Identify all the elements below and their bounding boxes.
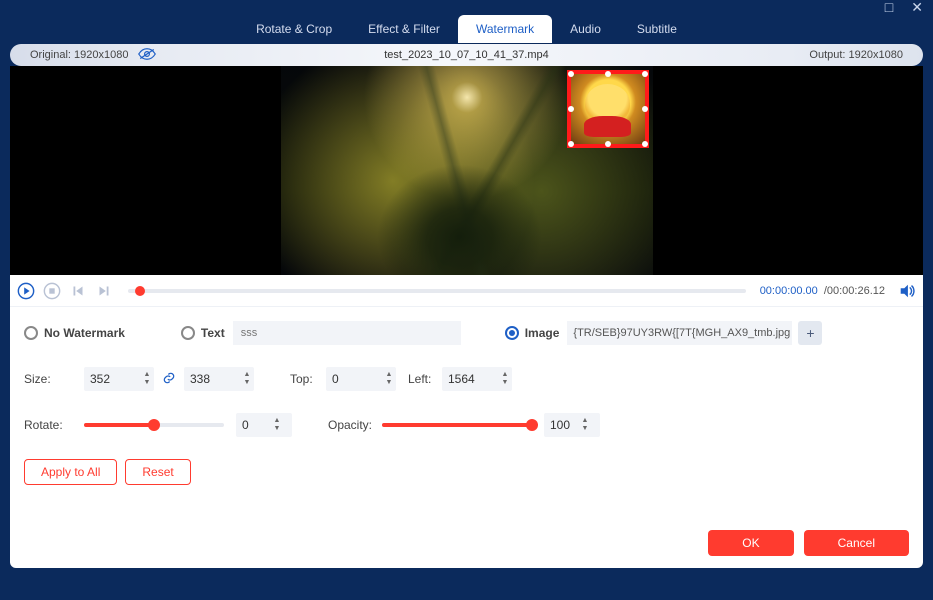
rotate-label: Rotate: [24,418,84,432]
chevron-up-icon[interactable]: ▲ [270,417,284,425]
play-icon[interactable] [16,281,36,301]
resize-handle-tr[interactable] [642,71,648,77]
video-frame[interactable] [281,66,653,275]
apply-to-all-button[interactable]: Apply to All [24,459,117,485]
opacity-input[interactable] [544,418,578,432]
time-duration: /00:00:26.12 [824,285,885,297]
text-label: Text [201,326,225,340]
left-stepper[interactable]: ▲▼ [442,367,512,391]
chevron-up-icon[interactable]: ▲ [140,371,154,379]
watermark-panel: No Watermark Text Image {TR/SEB}97UY3RW{… [10,307,923,568]
rotate-slider-knob[interactable] [148,419,160,431]
editor-tabs: Rotate & Crop Effect & Filter Watermark … [0,14,933,44]
prev-frame-icon[interactable] [68,281,88,301]
opacity-slider-knob[interactable] [526,419,538,431]
time-current: 00:00:00.00 [760,285,818,297]
size-height-input[interactable] [184,372,240,386]
output-label: Output: 1920x1080 [809,49,923,61]
size-width-stepper[interactable]: ▲▼ [84,367,154,391]
chevron-down-icon[interactable]: ▼ [240,379,254,387]
rotate-slider[interactable] [84,423,224,427]
size-height-stepper[interactable]: ▲▼ [184,367,254,391]
resize-handle-l[interactable] [568,106,574,112]
rotate-input[interactable] [236,418,270,432]
playback-bar: 00:00:00.00/00:00:26.12 [10,275,923,307]
resize-handle-tl[interactable] [568,71,574,77]
chevron-up-icon[interactable]: ▲ [578,417,592,425]
link-aspect-icon[interactable] [162,371,176,388]
radio-no-watermark[interactable] [24,326,38,340]
left-label: Left: [408,372,442,386]
size-label: Size: [24,372,84,386]
chevron-down-icon[interactable]: ▼ [140,379,154,387]
window-titlebar: □ ✕ [0,0,933,14]
radio-text[interactable] [181,326,195,340]
text-watermark-input[interactable] [233,321,461,345]
top-input[interactable] [326,372,382,386]
video-preview [10,66,923,275]
add-image-button[interactable]: + [798,321,822,345]
tab-effect-filter[interactable]: Effect & Filter [350,15,458,43]
opacity-stepper[interactable]: ▲▼ [544,413,600,437]
rotate-stepper[interactable]: ▲▼ [236,413,292,437]
resolution-info-bar: Original: 1920x1080 test_2023_10_07_10_4… [10,44,923,66]
chevron-up-icon[interactable]: ▲ [498,371,512,379]
volume-icon[interactable] [897,281,917,301]
timeline-playhead[interactable] [135,286,145,296]
tab-watermark[interactable]: Watermark [458,15,552,43]
cancel-button[interactable]: Cancel [804,530,909,556]
filename-label: test_2023_10_07_10_41_37.mp4 [384,49,549,61]
timeline-scrubber[interactable] [128,289,746,293]
chevron-up-icon[interactable]: ▲ [382,371,396,379]
close-icon[interactable]: ✕ [911,0,923,16]
size-width-input[interactable] [84,372,140,386]
resize-handle-t[interactable] [605,71,611,77]
resize-handle-bl[interactable] [568,141,574,147]
original-label: Original: 1920x1080 [30,49,128,61]
next-frame-icon[interactable] [94,281,114,301]
opacity-label: Opacity: [328,418,382,432]
dialog-footer: OK Cancel [708,530,909,556]
reset-button[interactable]: Reset [125,459,190,485]
resize-handle-r[interactable] [642,106,648,112]
chevron-down-icon[interactable]: ▼ [498,379,512,387]
watermark-overlay[interactable] [567,70,649,148]
left-input[interactable] [442,372,498,386]
no-watermark-label: No Watermark [44,326,125,340]
chevron-up-icon[interactable]: ▲ [240,371,254,379]
tab-audio[interactable]: Audio [552,15,619,43]
resize-handle-br[interactable] [642,141,648,147]
tab-subtitle[interactable]: Subtitle [619,15,695,43]
radio-image[interactable] [505,326,519,340]
opacity-slider[interactable] [382,423,532,427]
resize-handle-b[interactable] [605,141,611,147]
chevron-down-icon[interactable]: ▼ [578,425,592,433]
top-label: Top: [290,372,326,386]
tab-rotate-crop[interactable]: Rotate & Crop [238,15,350,43]
ok-button[interactable]: OK [708,530,793,556]
preview-toggle-icon[interactable] [138,47,156,64]
maximize-icon[interactable]: □ [885,0,893,15]
chevron-down-icon[interactable]: ▼ [270,425,284,433]
stop-icon[interactable] [42,281,62,301]
image-path-display: {TR/SEB}97UY3RW{[7T{MGH_AX9_tmb.jpg [567,321,792,345]
top-stepper[interactable]: ▲▼ [326,367,396,391]
image-label: Image [525,326,560,340]
chevron-down-icon[interactable]: ▼ [382,379,396,387]
